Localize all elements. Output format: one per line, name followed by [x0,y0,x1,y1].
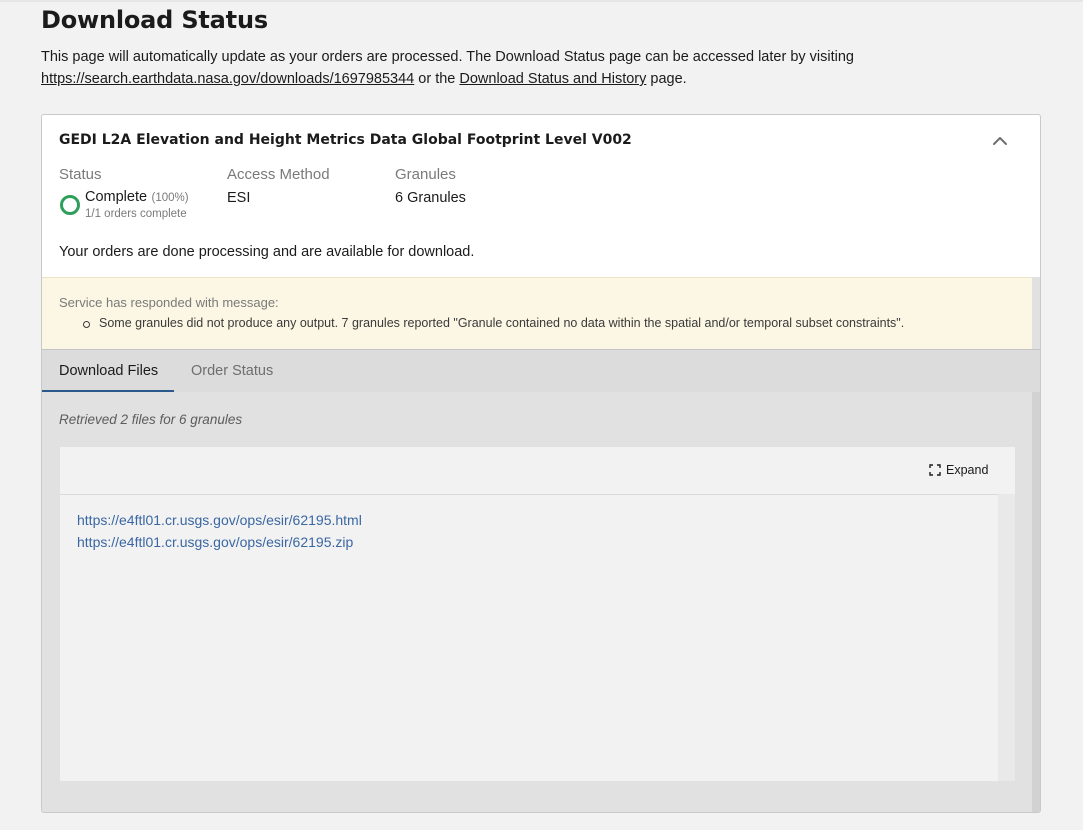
status-label: Status [59,166,102,183]
intro-text-part-3: page. [650,71,687,87]
collection-order-card: GEDI L2A Elevation and Height Metrics Da… [41,114,1041,813]
page-title: Download Status [41,6,268,34]
service-message-box: Service has responded with message: Some… [42,277,1032,350]
panel-scrollbar[interactable] [1032,392,1040,812]
retrieved-files-summary: Retrieved 2 files for 6 granules [59,412,243,427]
card-header: GEDI L2A Elevation and Height Metrics Da… [42,115,1040,277]
file-links-list: https://e4ftl01.cr.usgs.gov/ops/esir/621… [77,509,362,553]
intro-text: This page will automatically update as y… [41,46,941,90]
collection-title: GEDI L2A Elevation and Height Metrics Da… [59,132,632,148]
status-percent: (100%) [151,192,189,204]
intro-text-part-2: or the [418,71,460,87]
expand-label: Expand [946,463,989,477]
download-status-page: Download Status This page will automatic… [0,0,1083,830]
tab-bar: Download Files Order Status [42,349,1040,393]
expand-button[interactable]: Expand [929,463,988,479]
tab-order-status[interactable]: Order Status [191,350,273,392]
granules-value: 6 Granules [395,190,466,206]
file-link[interactable]: https://e4ftl01.cr.usgs.gov/ops/esir/621… [77,509,362,531]
granules-column: Granules 6 Granules [395,166,466,206]
download-history-link[interactable]: Download Status and History [459,71,646,87]
status-orders-complete: 1/1 orders complete [85,208,187,220]
intro-text-part-1: This page will automatically update as y… [41,49,854,65]
download-files-panel: Retrieved 2 files for 6 granules Expand … [42,392,1032,812]
service-message-item: Some granules did not produce any output… [59,316,904,330]
access-method-column: Access Method ESI [227,166,330,206]
status-column: Status Complete (100%) 1/1 orders comple… [59,166,189,230]
done-message: Your orders are done processing and are … [59,244,475,260]
expand-icon [929,464,941,479]
access-method-value: ESI [227,190,251,206]
status-text: Complete [85,189,148,205]
status-value: Complete (100%) 1/1 orders complete [59,189,189,230]
download-permalink[interactable]: https://search.earthdata.nasa.gov/downlo… [41,71,414,87]
access-method-label: Access Method [227,166,330,183]
chevron-up-icon[interactable] [990,131,1010,151]
files-toolbar: Expand [60,447,1006,495]
service-message-list: Some granules did not produce any output… [59,316,904,330]
complete-ring-icon [60,195,80,215]
tab-download-files[interactable]: Download Files [59,350,158,392]
granules-label: Granules [395,166,456,183]
files-scrollbar[interactable] [998,494,1015,781]
file-link[interactable]: https://e4ftl01.cr.usgs.gov/ops/esir/621… [77,531,362,553]
files-box: Expand https://e4ftl01.cr.usgs.gov/ops/e… [60,447,1015,781]
service-box-edge [1032,277,1040,349]
top-divider [0,0,1083,2]
service-message-title: Service has responded with message: [59,295,279,310]
